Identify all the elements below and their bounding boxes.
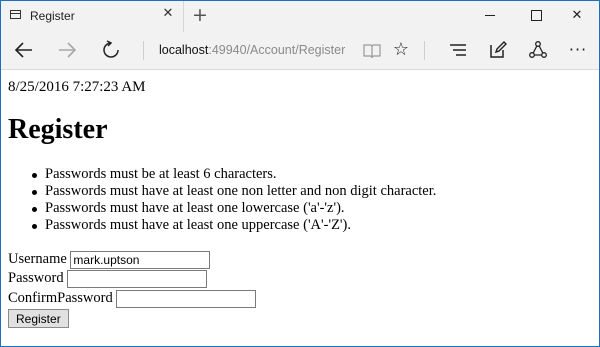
list-item: Passwords must have at least one non let… [29,183,436,200]
password-label: Password [8,270,64,286]
close-icon[interactable]: ✕ [161,7,175,21]
list-item: Passwords must have at least one upperca… [29,217,436,234]
web-note-icon[interactable] [483,36,513,64]
password-field[interactable] [67,269,208,288]
confirm-password-label: ConfirmPassword [8,290,113,306]
confirm-password-row: ConfirmPassword [8,288,257,308]
hub-icon[interactable] [443,36,473,64]
timestamp: 8/25/2016 7:27:23 AM [8,79,146,95]
plus-icon[interactable]: + [190,5,210,25]
page-content: 8/25/2016 7:27:23 AM Register Passwords … [1,70,599,346]
password-row: Password [8,268,208,288]
share-icon[interactable] [523,36,553,64]
star-icon[interactable]: ☆ [386,36,416,64]
address-separator [143,41,144,60]
tab-title: Register [30,9,75,23]
tab-register[interactable]: Register ✕ [1,1,184,32]
toolbar-separator [424,41,425,60]
address-bar[interactable]: localhost:49940/Account/Register [159,43,345,57]
minimize-icon[interactable] [467,1,513,31]
tab-strip: Register ✕ + ✕ [1,1,599,32]
address-host: localhost [159,43,209,57]
window-close-icon[interactable]: ✕ [554,1,600,31]
back-arrow-icon[interactable] [9,36,39,64]
forward-arrow-icon[interactable] [52,36,82,64]
username-row: Username [8,249,211,269]
more-icon[interactable]: ··· [563,36,593,64]
username-label: Username [8,251,67,267]
register-button[interactable]: Register [8,309,69,328]
list-item: Passwords must have at least one lowerca… [29,200,436,217]
browser-toolbar: localhost:49940/Account/Register ☆ ··· [1,32,599,70]
list-item: Passwords must be at least 6 characters. [29,166,436,183]
maximize-icon[interactable] [513,1,559,31]
refresh-icon[interactable] [96,36,126,64]
page-title: Register [8,114,108,145]
reading-view-icon[interactable] [357,36,387,64]
address-path: :49940/Account/Register [208,43,346,57]
username-field[interactable] [70,250,211,269]
browser-window: Register ✕ + ✕ localhost:49940/Account/R… [0,0,600,347]
page-icon [10,10,21,19]
confirm-password-field[interactable] [116,289,257,308]
password-rules-list: Passwords must be at least 6 characters.… [29,166,436,234]
